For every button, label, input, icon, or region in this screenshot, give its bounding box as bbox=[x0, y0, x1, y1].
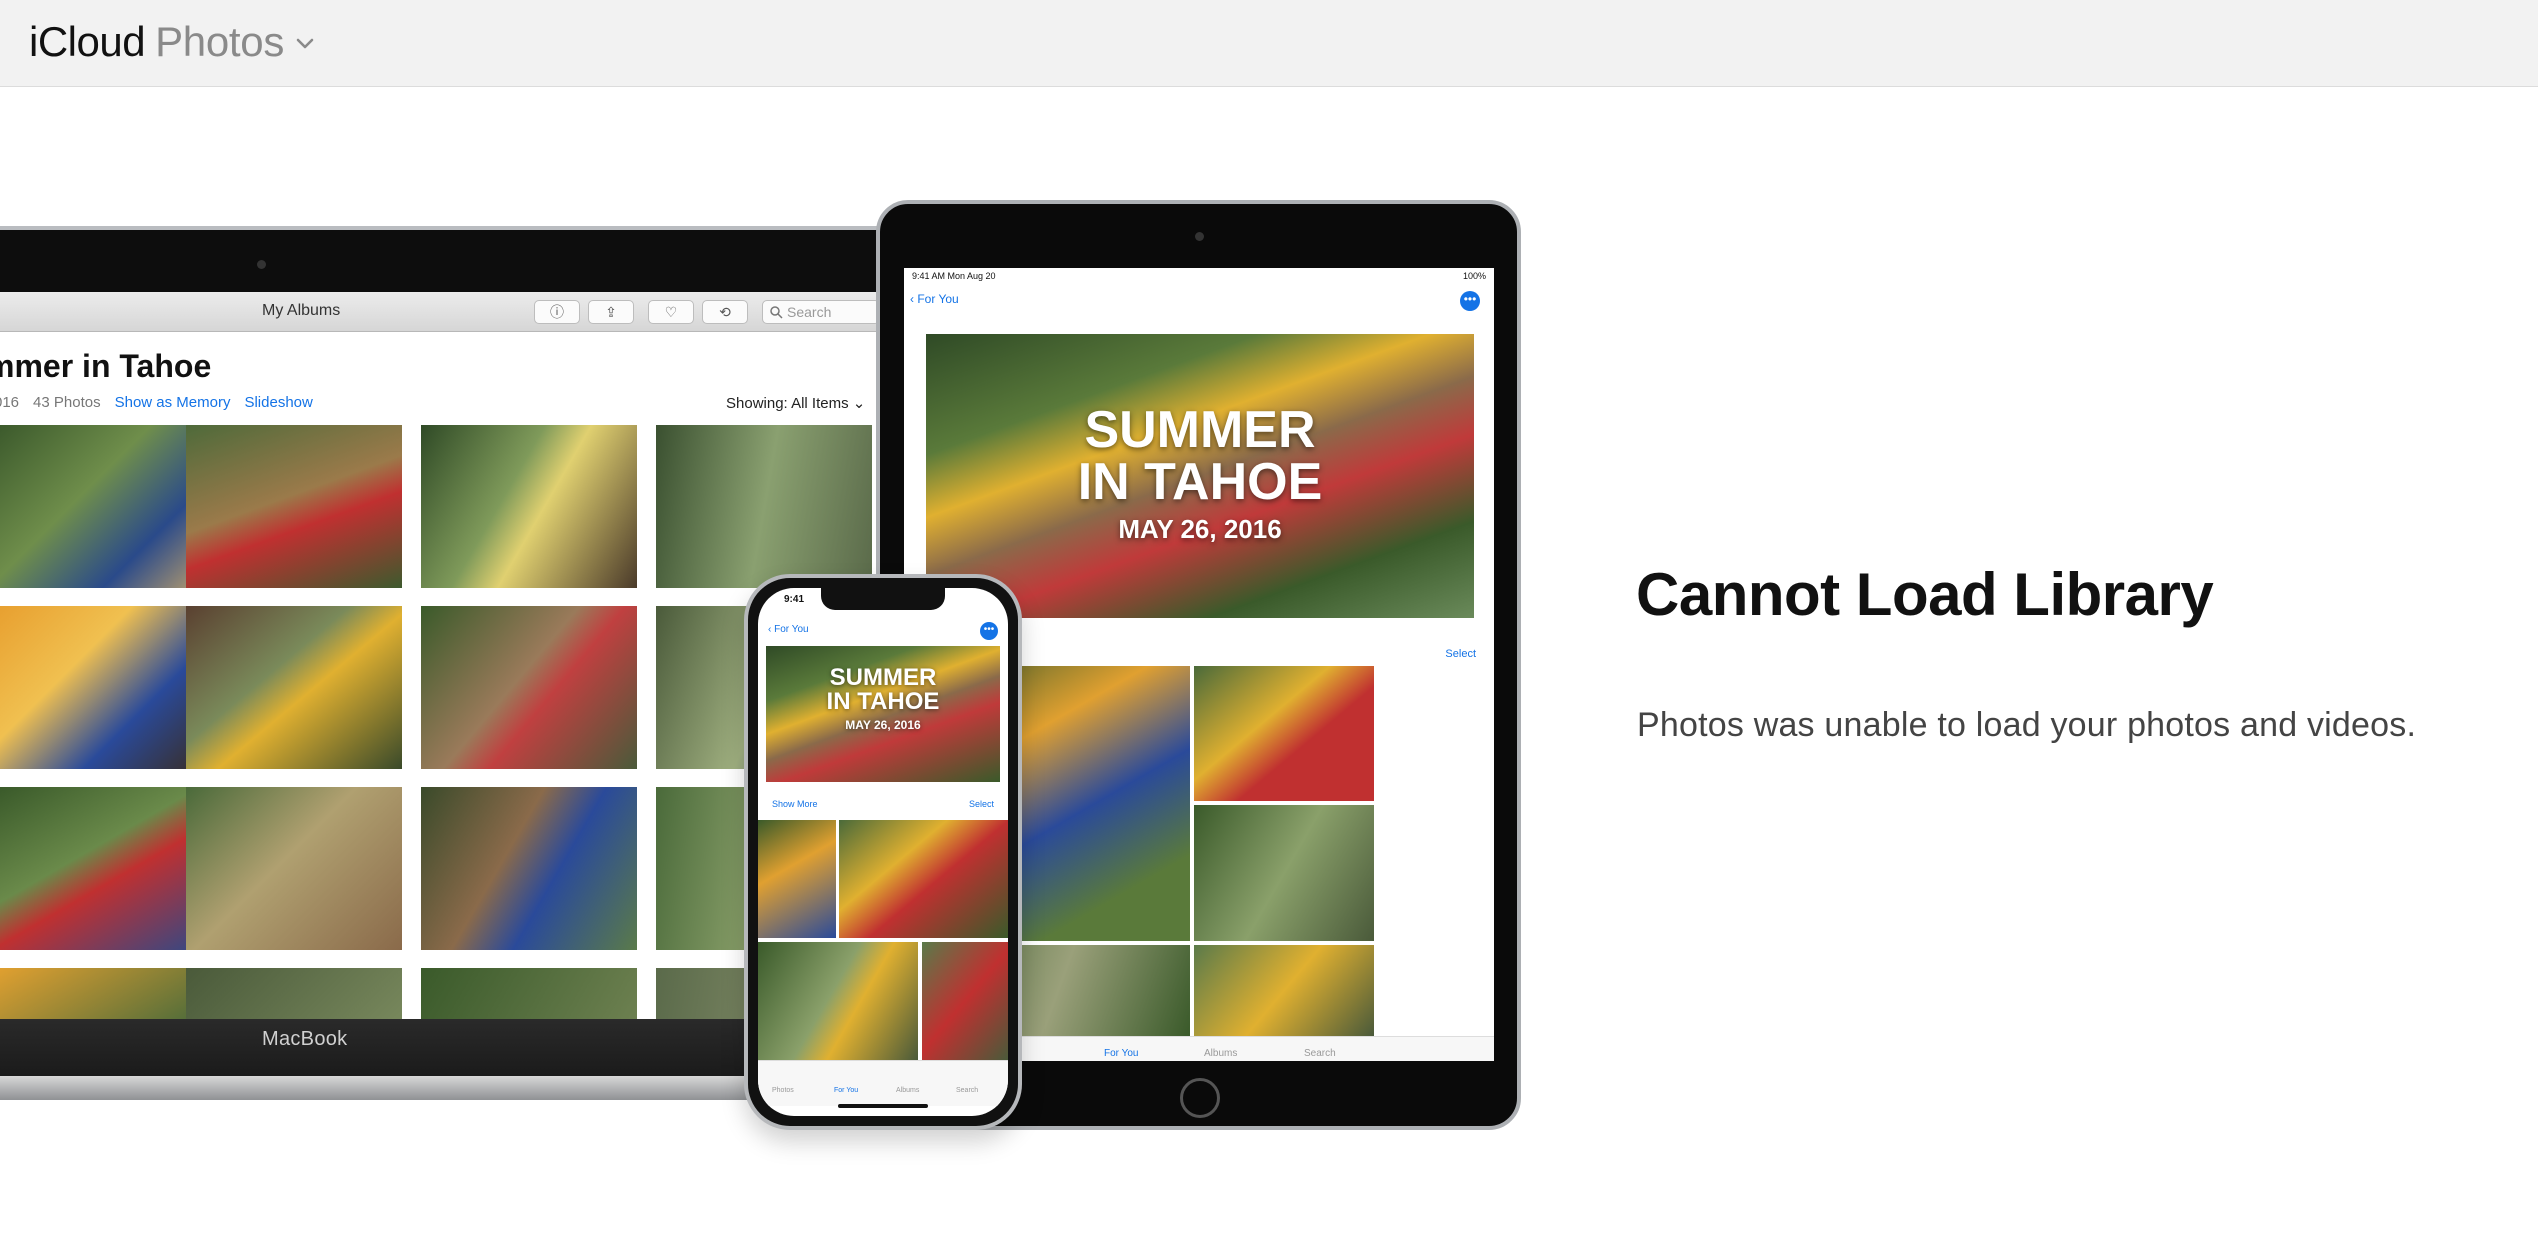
ipad-tab-for-you: For You bbox=[1104, 1048, 1139, 1059]
ipad-tab-albums: Albums bbox=[1204, 1048, 1238, 1059]
iphone-home-indicator bbox=[838, 1104, 928, 1108]
iphone-select: Select bbox=[968, 799, 994, 809]
rotate-icon: ⟲ bbox=[702, 300, 748, 324]
photo-tile bbox=[0, 606, 216, 769]
search-placeholder: Search bbox=[787, 304, 832, 320]
photo-tile bbox=[922, 942, 1008, 1060]
window-title: My Albums bbox=[262, 302, 341, 319]
iphone-back-button: ‹ For You bbox=[768, 624, 809, 635]
iphone-memory-title-2: IN TAHOE bbox=[826, 688, 940, 715]
photo-tile bbox=[421, 606, 637, 769]
show-as-memory-link: Show as Memory bbox=[114, 394, 231, 411]
iphone-notch bbox=[821, 588, 945, 610]
photo-tile bbox=[1194, 805, 1374, 941]
iphone-show-more: Show More bbox=[772, 799, 818, 809]
slideshow-link: Slideshow bbox=[244, 394, 313, 411]
more-icon: ••• bbox=[1460, 291, 1480, 311]
info-icon: ⓘ bbox=[534, 300, 580, 324]
iphone-status-time: 9:41 bbox=[784, 594, 805, 605]
iphone-tab-albums: Albums bbox=[896, 1087, 920, 1094]
heart-icon: ♡ bbox=[648, 300, 694, 324]
iphone-memory-date: MAY 26, 2016 bbox=[845, 718, 921, 732]
album-date: 016 bbox=[0, 394, 20, 411]
photo-tile bbox=[758, 942, 918, 1060]
ipad-memory-title-1: SUMMER bbox=[1084, 401, 1316, 459]
ipad-tab-search: Search bbox=[1304, 1048, 1336, 1059]
photo-tile bbox=[186, 425, 402, 588]
photo-tile bbox=[839, 820, 1008, 938]
photo-tile bbox=[421, 787, 637, 950]
chevron-down-icon bbox=[296, 38, 314, 49]
error-title: Cannot Load Library bbox=[1636, 561, 2214, 628]
iphone-screen: 9:41 ‹ For You ••• SUMMER IN TAHOE MAY 2… bbox=[758, 588, 1008, 1116]
macbook-search-field: Search bbox=[762, 300, 880, 324]
app-name: Photos bbox=[155, 18, 285, 65]
iphone-back-label: For You bbox=[774, 624, 809, 635]
photo-tile bbox=[186, 968, 402, 1019]
iphone-mockup: 9:41 ‹ For You ••• SUMMER IN TAHOE MAY 2… bbox=[744, 574, 1022, 1130]
error-message: Photos was unable to load your photos an… bbox=[1637, 706, 2417, 744]
ipad-back-label: For You bbox=[917, 292, 959, 306]
app-switcher[interactable]: iCloud Photos bbox=[29, 18, 320, 66]
macbook-camera bbox=[257, 260, 266, 269]
photo-tile bbox=[186, 787, 402, 950]
app-header: iCloud Photos bbox=[0, 0, 2538, 87]
photo-tile bbox=[0, 968, 216, 1019]
search-icon bbox=[770, 306, 783, 319]
brand-icloud: iCloud bbox=[29, 18, 146, 65]
ipad-status-battery: 100% bbox=[1462, 271, 1486, 281]
photo-tile bbox=[421, 968, 637, 1019]
macbook-toolbar: My Albums ⓘ ⇪ ♡ ⟲ Search bbox=[0, 292, 880, 332]
photo-count: 43 Photos bbox=[33, 394, 101, 411]
showing-filter: Showing: All Items ⌄ bbox=[726, 395, 866, 412]
showing-label: Showing: bbox=[726, 395, 788, 412]
iphone-tab-bar: Photos For You Albums Search bbox=[758, 1060, 1008, 1106]
iphone-tab-photos: Photos bbox=[772, 1087, 794, 1094]
photo-tile bbox=[758, 820, 836, 938]
photo-tile bbox=[1194, 666, 1374, 801]
ipad-status-time: 9:41 AM Mon Aug 20 bbox=[912, 271, 996, 281]
photo-tile bbox=[421, 425, 637, 588]
macbook-label: MacBook bbox=[262, 1028, 348, 1050]
devices-illustration: My Albums ⓘ ⇪ ♡ ⟲ Search mmer in Tahoe 0… bbox=[0, 190, 1530, 1150]
ipad-camera bbox=[1195, 232, 1204, 241]
album-meta: 016 43 Photos Show as Memory Slideshow bbox=[0, 394, 313, 411]
showing-value: All Items bbox=[791, 395, 849, 412]
ipad-memory-date: MAY 26, 2016 bbox=[1118, 514, 1282, 544]
iphone-photo-grid bbox=[758, 820, 1008, 1060]
iphone-memory-hero: SUMMER IN TAHOE MAY 26, 2016 bbox=[766, 646, 1000, 782]
more-icon: ••• bbox=[980, 622, 998, 640]
ipad-back-button: ‹ For You bbox=[910, 292, 959, 306]
ipad-memory-title-2: IN TAHOE bbox=[1077, 453, 1323, 511]
iphone-tab-search: Search bbox=[956, 1087, 979, 1094]
photo-tile bbox=[0, 787, 216, 950]
iphone-tab-for-you: For You bbox=[834, 1087, 859, 1094]
photo-tile bbox=[186, 606, 402, 769]
iphone-section-row: Show More Select bbox=[772, 799, 994, 809]
photo-tile bbox=[1194, 945, 1374, 1036]
share-icon: ⇪ bbox=[588, 300, 634, 324]
ipad-memory-hero: SUMMER IN TAHOE MAY 26, 2016 bbox=[926, 334, 1474, 618]
photo-tile bbox=[656, 425, 872, 588]
ipad-home-button bbox=[1180, 1078, 1220, 1118]
iphone-memory-title-1: SUMMER bbox=[829, 664, 937, 691]
album-title: mmer in Tahoe bbox=[0, 348, 212, 384]
photo-tile bbox=[0, 425, 216, 588]
ipad-select-label: Select bbox=[1445, 648, 1476, 660]
